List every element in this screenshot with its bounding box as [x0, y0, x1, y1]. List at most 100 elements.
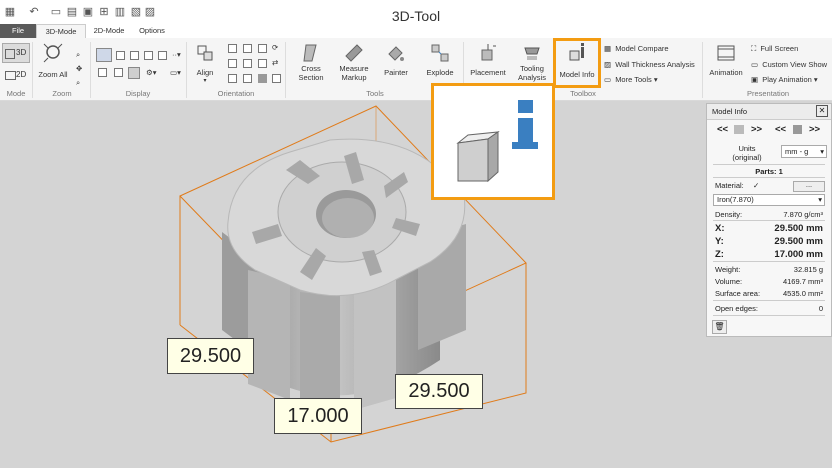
divider: [186, 42, 187, 98]
animation-label: Animation: [709, 68, 743, 77]
app-menu-icon[interactable]: ▦: [4, 6, 16, 18]
display-wire-icon[interactable]: [116, 51, 125, 60]
measure-markup-button[interactable]: Measure Markup: [334, 42, 374, 88]
explode-icon: [431, 44, 449, 62]
view-iso4-icon[interactable]: [272, 74, 281, 83]
view-flip-icon[interactable]: ⇄: [272, 58, 278, 68]
play-animation-label: Play Animation: [762, 75, 812, 84]
display-shaded-icon[interactable]: [96, 48, 112, 62]
divider: [702, 42, 703, 98]
view-iso-icon[interactable]: [228, 74, 237, 83]
group-zoom-label: Zoom: [52, 89, 72, 98]
tab-file[interactable]: File: [0, 24, 36, 38]
new-icon[interactable]: ▭: [50, 6, 62, 18]
trash-icon[interactable]: 🗑: [712, 320, 727, 334]
mode-2d-label: 2D: [16, 70, 27, 79]
zoom-all-label: Zoom All: [38, 70, 68, 79]
view-front-icon[interactable]: [228, 44, 237, 53]
explode-button[interactable]: Explode: [420, 42, 460, 88]
view-left-icon[interactable]: [258, 44, 267, 53]
animation-button[interactable]: Animation: [706, 42, 746, 88]
surface-value: 4535.0 mm²: [782, 289, 823, 298]
material-select-row: Iron(7.870) ▾: [707, 194, 831, 207]
tooling-label-1: Tooling: [520, 64, 544, 73]
save-icon[interactable]: ▣: [82, 6, 94, 18]
display-option2-icon[interactable]: ▭▾: [170, 68, 181, 78]
panel-title: Model Info: [712, 107, 748, 116]
view-top-icon[interactable]: [243, 59, 252, 68]
close-icon[interactable]: ✕: [816, 105, 828, 117]
explode-label: Explode: [426, 68, 454, 77]
export-icon[interactable]: ▥: [114, 6, 126, 18]
model-compare-label: Model Compare: [615, 44, 669, 53]
display-more-icon[interactable]: ··▾: [172, 50, 181, 60]
model-compare-button[interactable]: ▦ Model Compare: [604, 44, 669, 54]
play-animation-button[interactable]: ▣ Play Animation ▾: [751, 75, 818, 85]
prev-assembly-button[interactable]: <<: [775, 124, 786, 135]
parts-count: Parts: 1: [755, 167, 783, 176]
open-edges-label: Open edges:: [715, 304, 758, 313]
z-value: 17.000 mm: [774, 249, 823, 260]
mode-2d-button[interactable]: 2D: [2, 66, 30, 84]
display-hidden-icon[interactable]: [130, 51, 139, 60]
next-assembly-button[interactable]: >>: [809, 124, 820, 135]
full-screen-button[interactable]: ⛶ Full Screen: [751, 44, 798, 54]
display-light-icon[interactable]: [98, 68, 107, 77]
density-value: 7.870 g/cm³: [783, 210, 823, 219]
display-transparent-icon[interactable]: [158, 51, 167, 60]
align-icon: [197, 45, 213, 61]
volume-value: 4169.7 mm³: [782, 277, 823, 286]
view-iso3-icon[interactable]: [258, 74, 267, 83]
material-value: Iron(7.870): [717, 195, 754, 204]
more-tools-button[interactable]: ▭ More Tools ▾: [604, 75, 658, 85]
view-back-icon[interactable]: [243, 44, 252, 53]
undo-icon[interactable]: ↶: [28, 6, 40, 18]
material-select[interactable]: Iron(7.870) ▾: [713, 194, 825, 206]
open-icon[interactable]: ▤: [66, 6, 78, 18]
next-part-button[interactable]: >>: [751, 124, 762, 135]
zoom-all-button[interactable]: Zoom All: [34, 42, 72, 86]
tooling-analysis-button[interactable]: Tooling Analysis: [512, 42, 552, 88]
print-icon[interactable]: ⊞: [98, 6, 110, 18]
chevron-down-icon: ▾: [818, 195, 822, 204]
divider: [713, 177, 825, 178]
material-check-icon[interactable]: ✓: [753, 181, 759, 190]
dimension-label-height[interactable]: 17.000: [274, 398, 362, 434]
chevron-down-icon: ▾: [820, 147, 824, 156]
prev-part-button[interactable]: <<: [717, 124, 728, 135]
cross-section-button[interactable]: Cross Section: [292, 42, 330, 88]
view-iso2-icon[interactable]: [243, 74, 252, 83]
placement-button[interactable]: Placement: [468, 42, 508, 88]
custom-view-show-button[interactable]: ▭ Custom View Show: [751, 60, 827, 70]
density-label: Density:: [715, 210, 743, 219]
z-label: Z:: [715, 249, 724, 260]
copy-icon[interactable]: ▧: [130, 6, 142, 18]
display-color-icon[interactable]: [128, 67, 140, 79]
tab-options[interactable]: Options: [132, 24, 172, 38]
mode-3d-button[interactable]: 3D: [2, 43, 30, 63]
view-right-icon[interactable]: [228, 59, 237, 68]
paste-icon[interactable]: ▨: [144, 6, 156, 18]
display-edges-icon[interactable]: [144, 51, 153, 60]
y-value: 29.500 mm: [774, 236, 823, 247]
view-bottom-icon[interactable]: [258, 59, 267, 68]
divider: [713, 164, 825, 165]
tab-3d-mode[interactable]: 3D-Mode: [36, 24, 86, 38]
dimension-label-width[interactable]: 29.500: [167, 338, 254, 374]
zoom-icon[interactable]: ⌕: [76, 72, 80, 90]
material-browse-button[interactable]: ...: [793, 181, 825, 192]
divider: [713, 220, 825, 221]
tab-2d-mode[interactable]: 2D-Mode: [88, 24, 130, 38]
units-select[interactable]: mm - g ▾: [781, 145, 827, 158]
display-option-icon[interactable]: ⚙▾: [146, 68, 157, 78]
align-label: Align: [196, 68, 214, 77]
wall-thickness-button[interactable]: ▨ Wall Thickness Analysis: [604, 60, 695, 70]
dimension-label-depth[interactable]: 29.500: [395, 374, 483, 409]
full-screen-icon: ⛶: [751, 44, 757, 53]
play-icon: ▣: [751, 75, 759, 84]
view-rotate-icon[interactable]: ⟳: [272, 43, 278, 53]
display-tree-icon[interactable]: [114, 68, 123, 77]
align-button[interactable]: Align ▾: [190, 42, 220, 88]
part-icon: [734, 125, 744, 134]
painter-button[interactable]: Painter: [380, 42, 412, 88]
